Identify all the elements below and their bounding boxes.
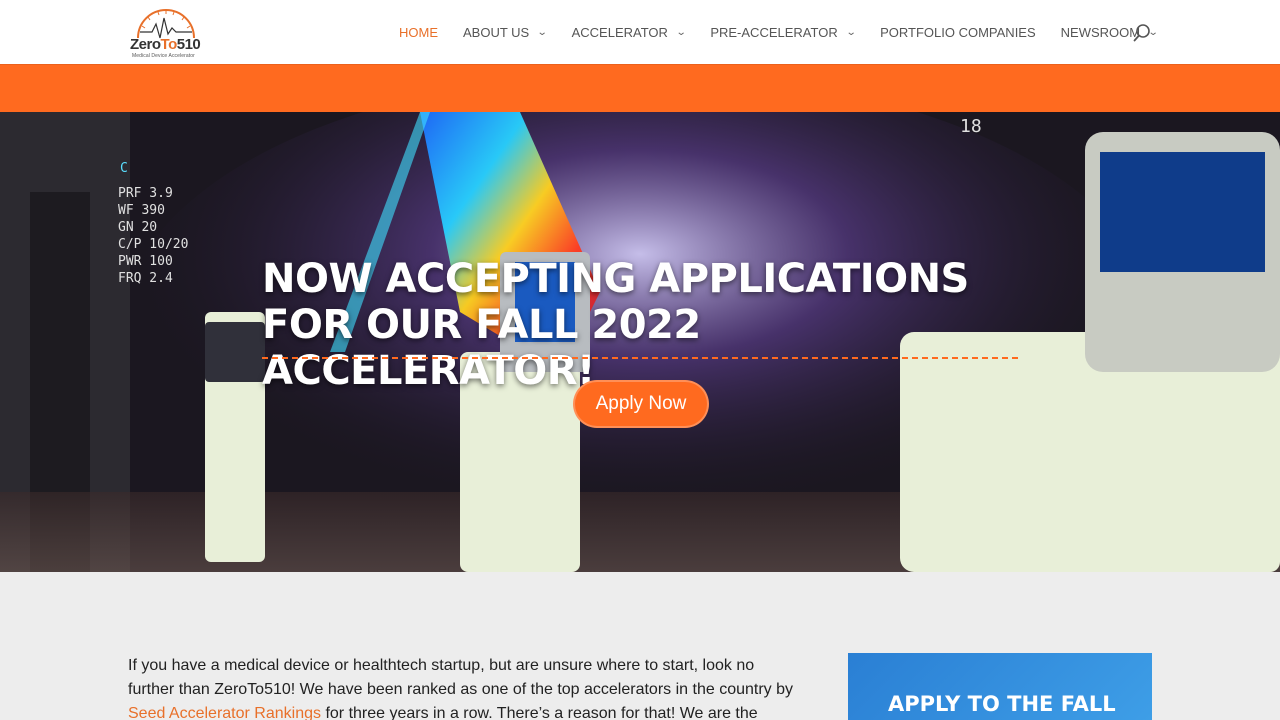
seed-accelerator-rankings-link[interactable]: Seed Accelerator Rankings: [128, 705, 321, 720]
nav-label: ACCELERATOR: [571, 24, 668, 40]
nav-label: HOME: [399, 24, 438, 40]
hero-divider: [262, 357, 1018, 359]
intro-text: If you have a medical device or healthte…: [128, 657, 793, 698]
chevron-down-icon: ⌄: [675, 26, 687, 38]
apply-cta-title: APPLY TO THE FALL 2022 ACCELERATOR: [888, 692, 1122, 720]
gauge-logo-icon: [137, 9, 195, 39]
nav-item-accelerator[interactable]: ACCELERATOR ⌄: [571, 0, 687, 64]
apply-now-button[interactable]: Apply Now: [573, 380, 709, 428]
svg-text:PWR 100: PWR 100: [118, 254, 173, 269]
nav-label: PORTFOLIO COMPANIES: [880, 24, 1036, 40]
svg-text:FRQ 2.4: FRQ 2.4: [118, 271, 173, 286]
nav-item-portfolio-companies[interactable]: PORTFOLIO COMPANIES: [880, 0, 1036, 64]
apply-cta-card[interactable]: APPLY TO THE FALL 2022 ACCELERATOR: [848, 653, 1152, 720]
chevron-down-icon: ⌄: [845, 26, 857, 38]
hero-title: NOW ACCEPTING APPLICATIONS FOR OUR FALL …: [262, 256, 969, 394]
nav-item-home[interactable]: HOME: [399, 0, 438, 64]
intro-section: If you have a medical device or healthte…: [0, 572, 1280, 720]
main-nav: HOME ABOUT US ⌄ ACCELERATOR ⌄ PRE-ACCELE…: [399, 0, 1183, 64]
svg-text:18: 18: [960, 116, 982, 137]
logo-tagline: Medical Device Accelerator: [132, 53, 195, 59]
nav-item-pre-accelerator[interactable]: PRE-ACCELERATOR ⌄: [710, 0, 857, 64]
hero-section: C PRF 3.9 WF 390 GN 20 C/P 10/20 PWR 100…: [0, 112, 1280, 572]
logo-wordmark: ZeroTo510: [130, 36, 201, 53]
nav-label: NEWSROOM: [1060, 24, 1141, 40]
intro-text-continued: for three years in a row. There’s a reas…: [321, 705, 758, 720]
chevron-down-icon: ⌄: [536, 26, 548, 38]
site-header: ZeroTo510 Medical Device Accelerator HOM…: [0, 0, 1280, 64]
orange-banner-strip: [0, 64, 1280, 112]
zeroto510-logo[interactable]: ZeroTo510 Medical Device Accelerator: [130, 4, 202, 60]
nav-label: ABOUT US: [463, 24, 530, 40]
svg-text:PRF 3.9: PRF 3.9: [118, 186, 173, 201]
svg-text:C: C: [120, 161, 128, 176]
search-icon[interactable]: [1132, 23, 1152, 43]
svg-text:C/P 10/20: C/P 10/20: [118, 237, 188, 252]
svg-text:GN 20: GN 20: [118, 220, 157, 235]
nav-item-about-us[interactable]: ABOUT US ⌄: [463, 0, 548, 64]
intro-paragraph: If you have a medical device or healthte…: [128, 654, 798, 720]
nav-label: PRE-ACCELERATOR: [710, 24, 838, 40]
svg-text:WF 390: WF 390: [118, 203, 165, 218]
